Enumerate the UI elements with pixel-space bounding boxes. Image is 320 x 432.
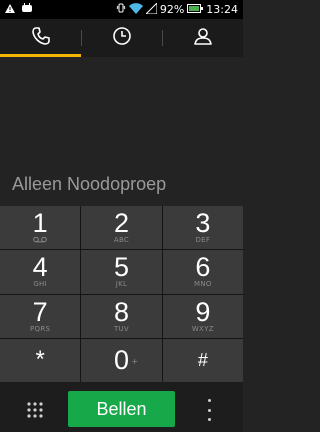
tab-bar [0,19,243,57]
key-digit: 2 [113,208,129,239]
key-3[interactable]: 3 DEF [162,206,243,250]
key-digit: 9 [195,296,211,327]
key-letters: ABC [113,236,130,245]
key-digit: * [35,346,45,374]
key-letters: PQRS [30,324,51,333]
clock-icon [112,26,132,50]
tab-contacts[interactable] [162,19,243,57]
vibrate-icon [116,3,126,16]
key-digit: 0 [113,345,129,376]
dial-keypad: 1 2 ABC 3 DEF 4 GHI 5 JKL 6 MNO 7 PQRS 8… [0,206,243,382]
key-digit: 6 [195,252,211,283]
key-0[interactable]: 0 + [81,338,162,382]
bottom-action-bar: Bellen [0,382,243,432]
key-letters: DEF [195,236,211,245]
warning-icon [5,3,15,16]
key-digit: 7 [32,296,48,327]
clock-time: 13:24 [206,3,238,16]
key-digit: 1 [32,208,48,239]
key-8[interactable]: 8 TUV [81,294,162,338]
overflow-menu-icon[interactable] [202,399,216,421]
key-star[interactable]: * [0,338,81,382]
key-letters: MNO [193,280,212,289]
key-digit: 5 [113,252,129,283]
battery-icon [187,3,204,16]
phone-icon [31,26,51,50]
key-2[interactable]: 2 ABC [81,206,162,250]
tab-recent[interactable] [81,19,162,57]
android-icon [21,3,33,16]
key-digit: 4 [32,252,48,283]
key-letters: TUV [113,324,130,333]
battery-percent: 92% [159,3,185,16]
key-digit: 8 [113,296,129,327]
key-letters: WXYZ [191,324,214,333]
key-6[interactable]: 6 MNO [162,250,243,294]
key-9[interactable]: 9 WXYZ [162,294,243,338]
person-icon [193,26,213,50]
key-4[interactable]: 4 GHI [0,250,81,294]
key-1[interactable]: 1 [0,206,81,250]
number-display: Alleen Noodoproep [12,174,167,194]
key-digit: 3 [195,208,211,239]
key-letters: JKL [115,280,128,289]
key-digit: # [197,350,208,371]
key-letters: GHI [33,280,47,289]
status-bar: 92% 13:24 [0,0,243,19]
dialpad-icon[interactable] [26,401,44,419]
key-plus: + [131,356,139,366]
signal-icon [144,1,158,17]
key-hash[interactable]: # [162,338,243,382]
voicemail-icon [33,236,47,245]
key-7[interactable]: 7 PQRS [0,294,81,338]
call-button[interactable]: Bellen [68,391,175,427]
wifi-icon [128,2,143,17]
key-5[interactable]: 5 JKL [81,250,162,294]
tab-dialer[interactable] [0,19,81,57]
